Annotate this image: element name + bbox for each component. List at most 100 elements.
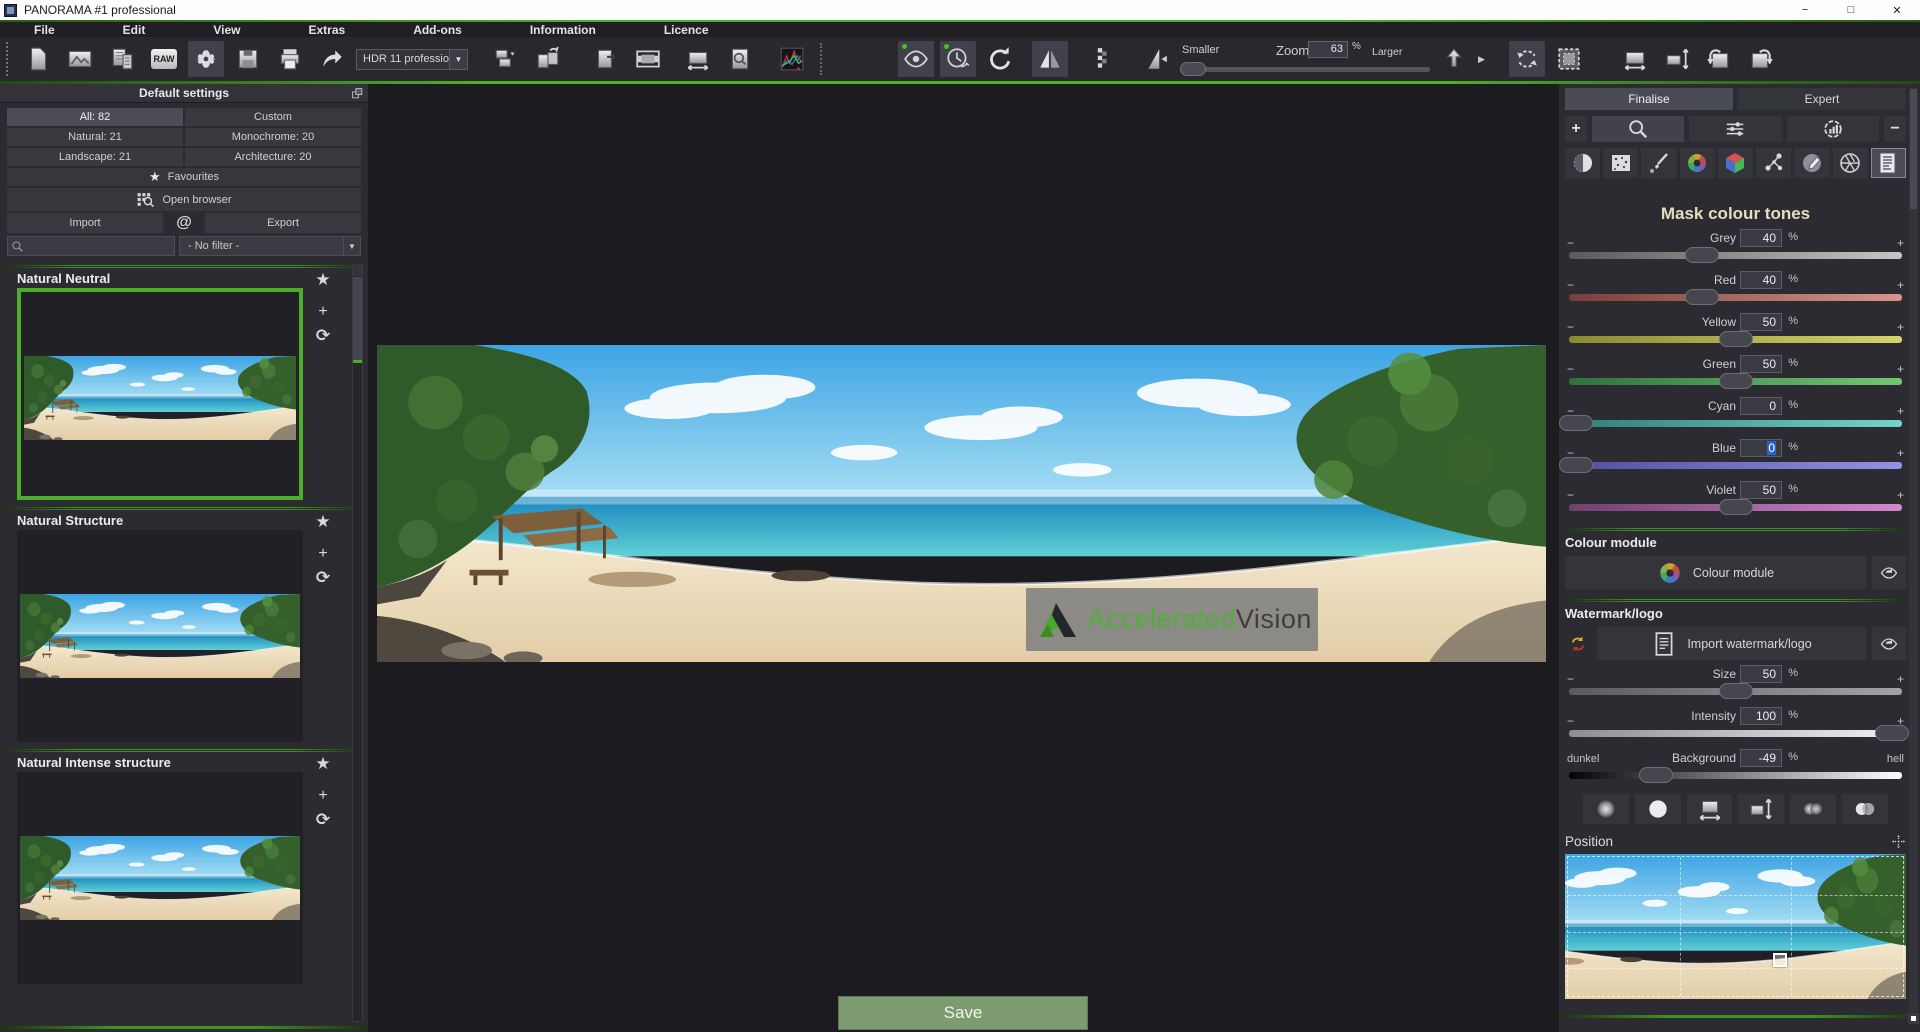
tab-expert[interactable]: Expert	[1738, 88, 1906, 110]
new-file-button[interactable]	[20, 41, 56, 77]
redo-button[interactable]	[982, 41, 1018, 77]
tool-colour-wheel[interactable]	[1680, 148, 1715, 178]
original-size-button[interactable]	[1436, 41, 1472, 77]
increase-button[interactable]: +	[1897, 488, 1904, 502]
remove-section-button[interactable]: −	[1884, 116, 1906, 142]
slider-value-input[interactable]: 0	[1740, 439, 1782, 457]
slider-thumb[interactable]	[1685, 247, 1719, 263]
watermark-refresh-button[interactable]	[1565, 627, 1591, 660]
add-preset-icon[interactable]: +	[311, 784, 335, 808]
stretch-height-button[interactable]	[1738, 794, 1784, 824]
menu-extras[interactable]: Extras	[274, 23, 379, 37]
menu-edit[interactable]: Edit	[89, 23, 180, 37]
blend-hard-button[interactable]	[1842, 794, 1888, 824]
favourite-star-icon[interactable]: ★	[311, 510, 335, 534]
blend-soft-button[interactable]	[1790, 794, 1836, 824]
increase-button[interactable]: +	[1897, 278, 1904, 292]
filter-monochrome[interactable]: Monochrome: 20	[185, 128, 361, 146]
at-symbol-button[interactable]: @	[165, 213, 203, 233]
open-image-button[interactable]	[62, 41, 98, 77]
slider-thumb[interactable]	[1719, 331, 1753, 347]
stack-settings-button[interactable]	[488, 41, 524, 77]
import-button[interactable]: Import	[7, 213, 163, 233]
crop-tool-button[interactable]	[1551, 41, 1587, 77]
rotate-left-button[interactable]	[1701, 41, 1737, 77]
slider-track[interactable]	[1569, 252, 1902, 259]
history-button[interactable]	[940, 41, 976, 77]
minimize-button[interactable]: −	[1782, 0, 1828, 20]
filter-custom[interactable]: Custom	[185, 108, 361, 126]
slider-thumb[interactable]	[1639, 767, 1673, 783]
refresh-preset-icon[interactable]: ⟳	[311, 566, 335, 590]
add-preset-icon[interactable]: +	[311, 300, 335, 324]
slider-value-input[interactable]: 50	[1740, 355, 1782, 373]
slider-value-input[interactable]: 40	[1740, 271, 1782, 289]
position-preview[interactable]	[1565, 854, 1906, 999]
slider-thumb[interactable]	[1719, 683, 1753, 699]
close-button[interactable]: ✕	[1874, 0, 1920, 20]
increase-button[interactable]: +	[1897, 320, 1904, 334]
full-view-button[interactable]	[630, 41, 666, 77]
slider-value-input[interactable]: 50	[1740, 481, 1782, 499]
watermark-apply-button[interactable]	[1872, 627, 1906, 660]
slider-value-input[interactable]: 0	[1740, 397, 1782, 415]
filter-dropdown[interactable]: - No filter - ▼	[179, 236, 361, 256]
slider-value-input[interactable]: 50	[1740, 313, 1782, 331]
tool-nodes[interactable]	[1756, 148, 1791, 178]
scale-height-button[interactable]	[1659, 41, 1695, 77]
slider-thumb[interactable]	[1685, 289, 1719, 305]
slider-track[interactable]	[1569, 730, 1902, 737]
menu-addons[interactable]: Add-ons	[379, 23, 496, 37]
tool-grain[interactable]	[1603, 148, 1638, 178]
slider-value-input[interactable]: 50	[1740, 665, 1782, 683]
raw-button[interactable]: RAW	[146, 41, 182, 77]
slider-track[interactable]	[1569, 336, 1902, 343]
scale-width-button[interactable]	[1617, 41, 1653, 77]
transfer-button[interactable]	[530, 41, 566, 77]
export-document-button[interactable]	[588, 41, 624, 77]
print-button[interactable]	[272, 41, 308, 77]
auto-settings-button[interactable]	[1787, 116, 1879, 142]
refresh-preset-icon[interactable]: ⟳	[311, 324, 335, 348]
slider-value-input[interactable]: -49	[1740, 749, 1782, 767]
tool-contrast[interactable]	[1565, 148, 1600, 178]
zoom-value-input[interactable]: 63	[1308, 41, 1348, 58]
colour-module-button[interactable]: Colour module	[1565, 556, 1866, 589]
watermark-position-marker[interactable]	[1773, 953, 1787, 967]
compare-button[interactable]	[1138, 41, 1174, 77]
slider-track[interactable]	[1569, 420, 1902, 427]
preset-thumbnail-selected[interactable]	[17, 288, 303, 500]
filter-architecture[interactable]: Architecture: 20	[185, 148, 361, 166]
menu-information[interactable]: Information	[496, 23, 630, 37]
tool-retouch[interactable]	[1794, 148, 1829, 178]
slider-thumb[interactable]	[1559, 415, 1593, 431]
decrease-button[interactable]: −	[1567, 278, 1574, 292]
slider-thumb[interactable]	[1719, 373, 1753, 389]
colour-module-apply-button[interactable]	[1872, 556, 1906, 589]
slider-track[interactable]	[1569, 294, 1902, 301]
histogram-button[interactable]	[774, 41, 810, 77]
decrease-button[interactable]: −	[1567, 236, 1574, 250]
slider-value-input[interactable]: 40	[1740, 229, 1782, 247]
fit-width-button[interactable]	[680, 41, 716, 77]
stretch-width-button[interactable]	[1687, 794, 1733, 824]
decrease-button[interactable]: −	[1567, 320, 1574, 334]
slider-track[interactable]	[1569, 462, 1902, 469]
batch-button[interactable]	[104, 41, 140, 77]
split-view-button[interactable]	[1082, 41, 1118, 77]
decrease-button[interactable]: −	[1567, 714, 1574, 728]
panorama-image[interactable]: AcceleratedVision	[377, 345, 1546, 662]
export-presets-button[interactable]: Export	[205, 213, 361, 233]
open-browser-button[interactable]: Open browser	[7, 188, 361, 211]
increase-button[interactable]: +	[1897, 362, 1904, 376]
toolbar-drag-handle[interactable]	[6, 42, 10, 76]
slider-thumb[interactable]	[1719, 499, 1753, 515]
undock-icon[interactable]	[351, 87, 364, 100]
panel-scrollbar[interactable]	[1909, 88, 1918, 1012]
favourite-star-icon[interactable]: ★	[311, 268, 335, 292]
flip-horizontal-button[interactable]	[1032, 41, 1068, 77]
slider-track[interactable]	[1569, 504, 1902, 511]
zoom-slider-thumb[interactable]	[1180, 62, 1206, 76]
menu-file[interactable]: File	[0, 23, 89, 37]
export-button[interactable]	[314, 41, 350, 77]
